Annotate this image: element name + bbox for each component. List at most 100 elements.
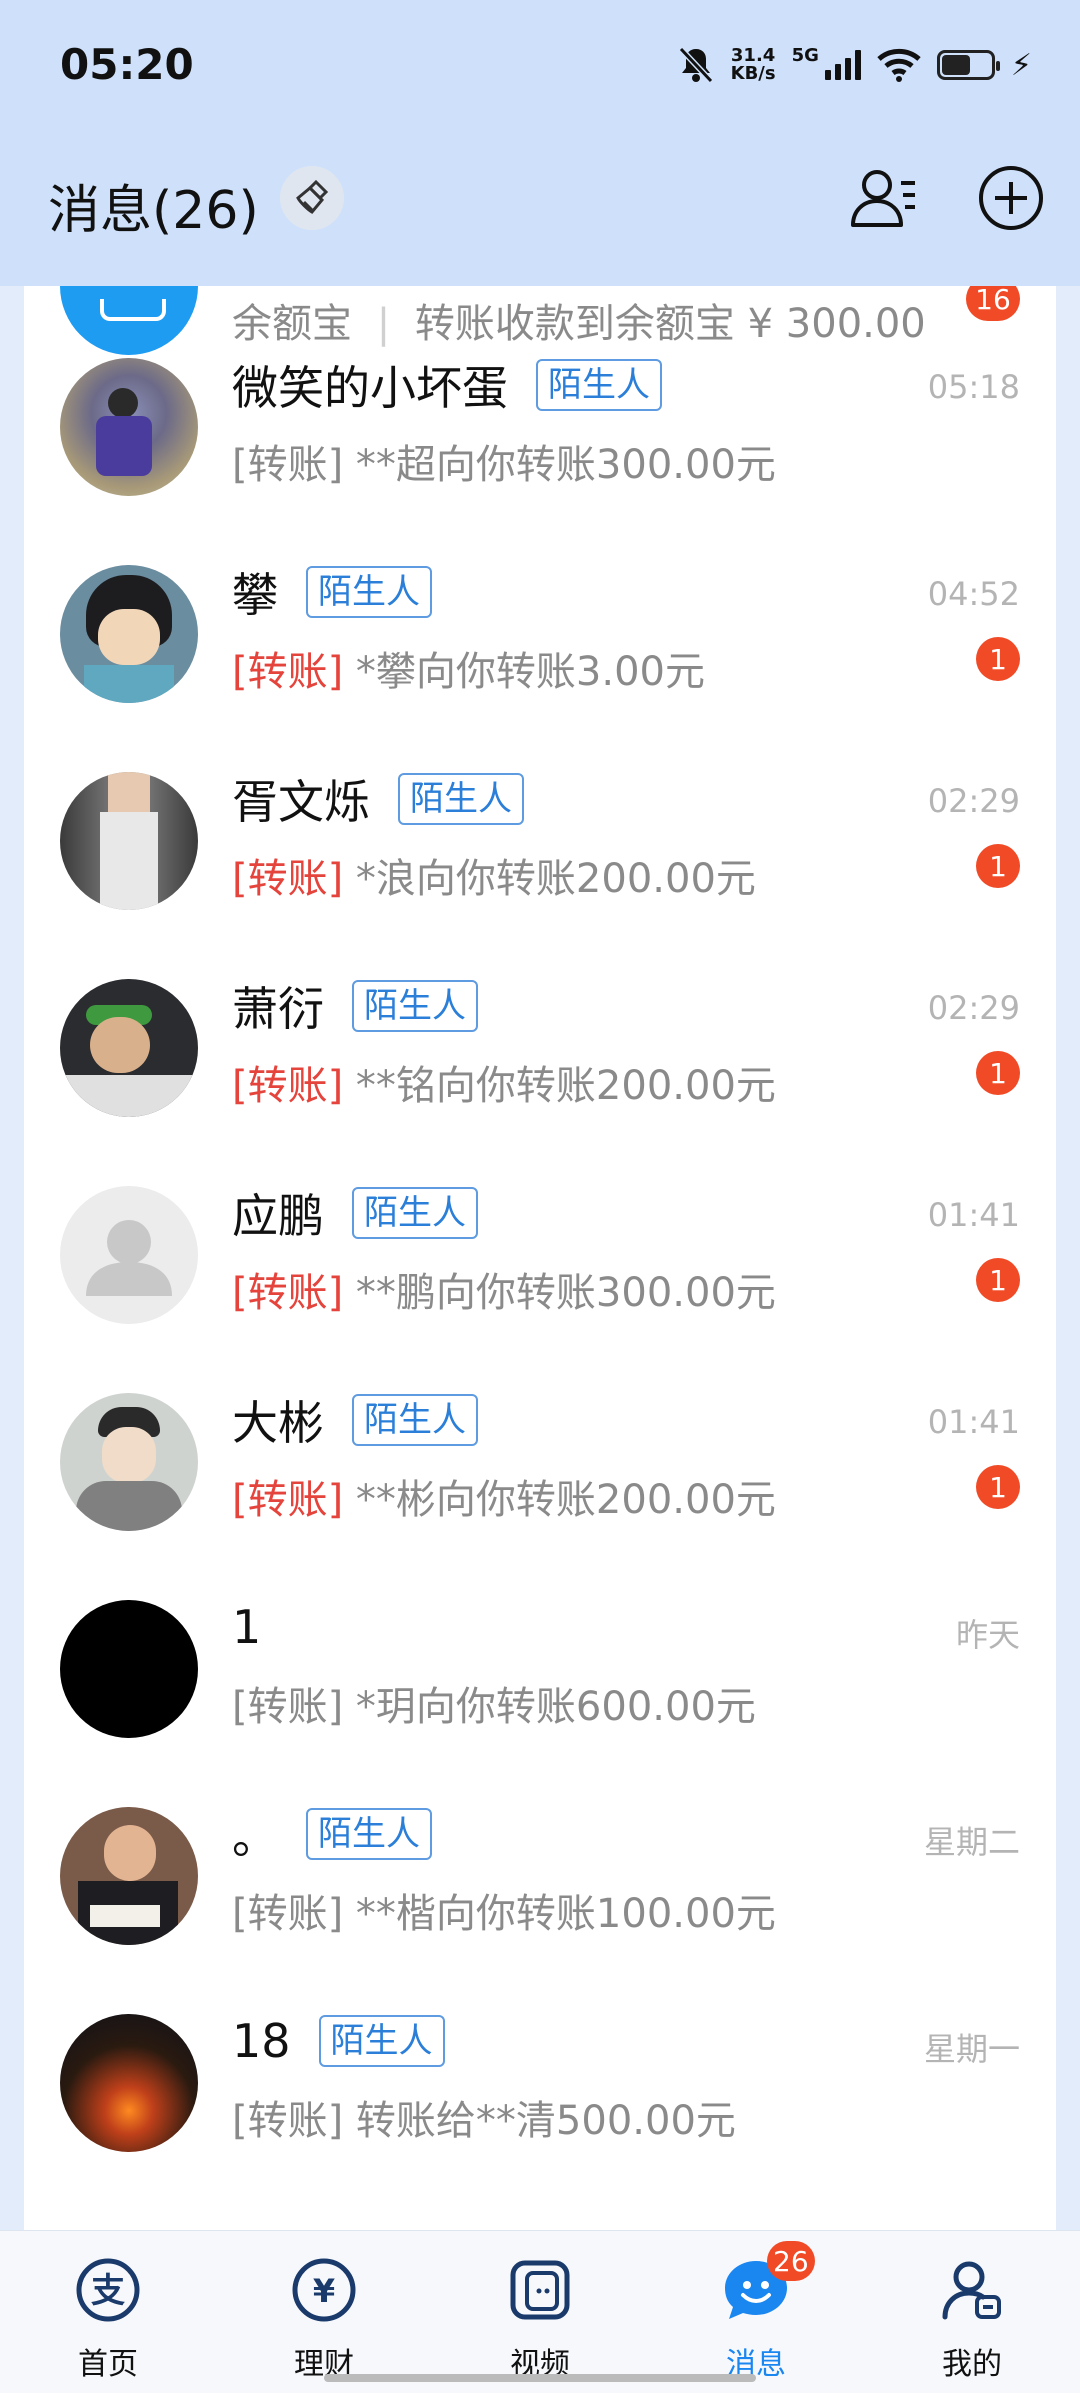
message-time: 01:41: [927, 1196, 1020, 1234]
name-row: 胥文烁 陌生人: [232, 766, 524, 832]
contact-name: 萧衍: [232, 982, 324, 1036]
contact-name: 微笑的小坏蛋: [232, 361, 508, 415]
contact-avatar: [60, 1393, 198, 1531]
list-item[interactable]: 18 陌生人 星期一 [转账] 转账给**清500.00元: [24, 1978, 1056, 2185]
transfer-prefix: [转账]: [232, 442, 344, 488]
message-text: **铭向你转账200.00元: [343, 1063, 776, 1109]
default-user-icon: [86, 1220, 172, 1296]
list-item[interactable]: 大彬 陌生人 01:41 [转账] **彬向你转账200.00元 1: [24, 1357, 1056, 1564]
contact-avatar: [60, 565, 198, 703]
transfer-prefix: [转账]: [232, 856, 344, 902]
list-item[interactable]: 1 昨天 [转账] *玥向你转账600.00元: [24, 1564, 1056, 1771]
message-text: *浪向你转账200.00元: [343, 856, 756, 902]
charging-icon: ⚡: [1010, 47, 1032, 83]
unread-badge: 1: [976, 1258, 1020, 1302]
unread-badge: 1: [976, 1465, 1020, 1509]
message-text: **楷向你转账100.00元: [343, 1891, 776, 1937]
unread-badge: 1: [976, 637, 1020, 681]
message-time: 02:29: [927, 989, 1020, 1027]
transfer-prefix: [转账]: [232, 649, 344, 695]
wifi-icon: [877, 48, 921, 82]
profile-icon: [937, 2255, 1007, 2325]
message-text: 转账给**清500.00元: [343, 2098, 736, 2144]
message-list[interactable]: 余额宝 | 转账收款到余额宝 ¥ 300.00 16 微笑的小坏蛋 陌生人 05…: [24, 286, 1056, 2230]
message-text: *玥向你转账600.00元: [343, 1684, 756, 1730]
message-text: **彬向你转账200.00元: [343, 1477, 776, 1523]
message-preview: [转账] *浪向你转账200.00元: [232, 846, 756, 904]
stranger-tag: 陌生人: [536, 359, 662, 411]
contacts-icon: [851, 170, 915, 227]
signal-icon: [824, 50, 861, 80]
message-time: 05:18: [927, 368, 1020, 406]
status-time: 05:20: [60, 40, 194, 89]
transfer-prefix: [转账]: [232, 1063, 344, 1109]
stranger-tag: 陌生人: [352, 980, 478, 1032]
nav-video[interactable]: 视频: [470, 2255, 610, 2382]
name-row: 微笑的小坏蛋 陌生人: [232, 352, 662, 418]
message-time: 星期二: [923, 1823, 1020, 1861]
add-button[interactable]: [975, 162, 1047, 234]
battery-icon: [936, 50, 1000, 80]
message-preview: [转账] **铭向你转账200.00元: [232, 1053, 776, 1111]
unread-badge: 1: [976, 1051, 1020, 1095]
message-text: **超向你转账300.00元: [343, 442, 776, 488]
nav-mine[interactable]: 我的: [902, 2255, 1042, 2382]
transfer-prefix: [转账]: [232, 1684, 344, 1730]
nav-messages[interactable]: 26 消息: [686, 2241, 826, 2382]
contact-avatar: [60, 358, 198, 496]
nav-home[interactable]: 支 首页: [38, 2255, 178, 2382]
speed-unit: KB/s: [730, 63, 776, 84]
system-icons: 31.4 KB/s 5G ⚡: [677, 42, 1032, 88]
name-row: 攀 陌生人: [232, 559, 432, 625]
contact-name: 大彬: [232, 1396, 324, 1450]
stranger-tag: 陌生人: [306, 566, 432, 618]
message-preview: [转账] *玥向你转账600.00元: [232, 1674, 756, 1732]
home-indicator[interactable]: [324, 2374, 756, 2382]
name-row: 18 陌生人: [232, 2008, 445, 2074]
video-icon: [505, 2255, 575, 2325]
contact-avatar: [60, 2014, 198, 2152]
contacts-button[interactable]: [848, 162, 920, 234]
clear-unread-button[interactable]: [280, 166, 344, 230]
message-bubble-icon: 26: [721, 2241, 815, 2325]
message-time: 02:29: [927, 782, 1020, 820]
contact-name: 胥文烁: [232, 775, 370, 829]
nav-mine-label: 我的: [942, 2347, 1002, 2382]
contact-avatar: [60, 979, 198, 1117]
top-area: 05:20 31.4 KB/s 5G ⚡ 消息(26): [0, 0, 1080, 286]
message-time: 01:41: [927, 1403, 1020, 1441]
stranger-tag: 陌生人: [352, 1394, 478, 1446]
nav-wealth[interactable]: ¥ 理财: [254, 2255, 394, 2382]
bottom-nav: 支 首页 ¥ 理财 视频 26 消息 我的: [0, 2230, 1080, 2393]
list-item[interactable]: 胥文烁 陌生人 02:29 [转账] *浪向你转账200.00元 1: [24, 736, 1056, 943]
list-item[interactable]: 。 陌生人 星期二 [转账] **楷向你转账100.00元: [24, 1771, 1056, 1978]
list-item[interactable]: 微笑的小坏蛋 陌生人 05:18 [转账] **超向你转账300.00元: [24, 322, 1056, 529]
plus-circle-icon: [979, 166, 1043, 230]
message-time: 昨天: [955, 1616, 1020, 1654]
unread-badge: 1: [976, 844, 1020, 888]
list-item[interactable]: 应鹏 陌生人 01:41 [转账] **鹏向你转账300.00元 1: [24, 1150, 1056, 1357]
list-item[interactable]: 攀 陌生人 04:52 [转账] *攀向你转账3.00元 1: [24, 529, 1056, 736]
contact-name: 18: [232, 2014, 291, 2068]
contact-name: 1: [232, 1600, 262, 1654]
messages-badge: 26: [767, 2241, 815, 2281]
broom-icon: [296, 179, 329, 214]
stranger-tag: 陌生人: [318, 2015, 445, 2067]
list-item[interactable]: 萧衍 陌生人 02:29 [转账] **铭向你转账200.00元 1: [24, 943, 1056, 1150]
message-time: 星期一: [923, 2030, 1020, 2068]
transfer-prefix: [转账]: [232, 1270, 344, 1316]
name-row: 应鹏 陌生人: [232, 1180, 478, 1246]
yen-icon: ¥: [289, 2255, 359, 2325]
stranger-tag: 陌生人: [352, 1187, 478, 1239]
mute-bell-icon: [678, 46, 713, 84]
message-text: *攀向你转账3.00元: [343, 649, 705, 695]
network-speed: 31.4 KB/s: [731, 47, 776, 83]
svg-text:支: 支: [91, 2271, 125, 2311]
nav-home-label: 首页: [78, 2347, 138, 2382]
message-preview: [转账] **鹏向你转账300.00元: [232, 1260, 776, 1318]
alipay-icon: 支: [73, 2255, 143, 2325]
transfer-prefix: [转账]: [232, 2098, 344, 2144]
transfer-prefix: [转账]: [232, 1477, 344, 1523]
message-text: **鹏向你转账300.00元: [343, 1270, 776, 1316]
name-row: 大彬 陌生人: [232, 1387, 478, 1453]
